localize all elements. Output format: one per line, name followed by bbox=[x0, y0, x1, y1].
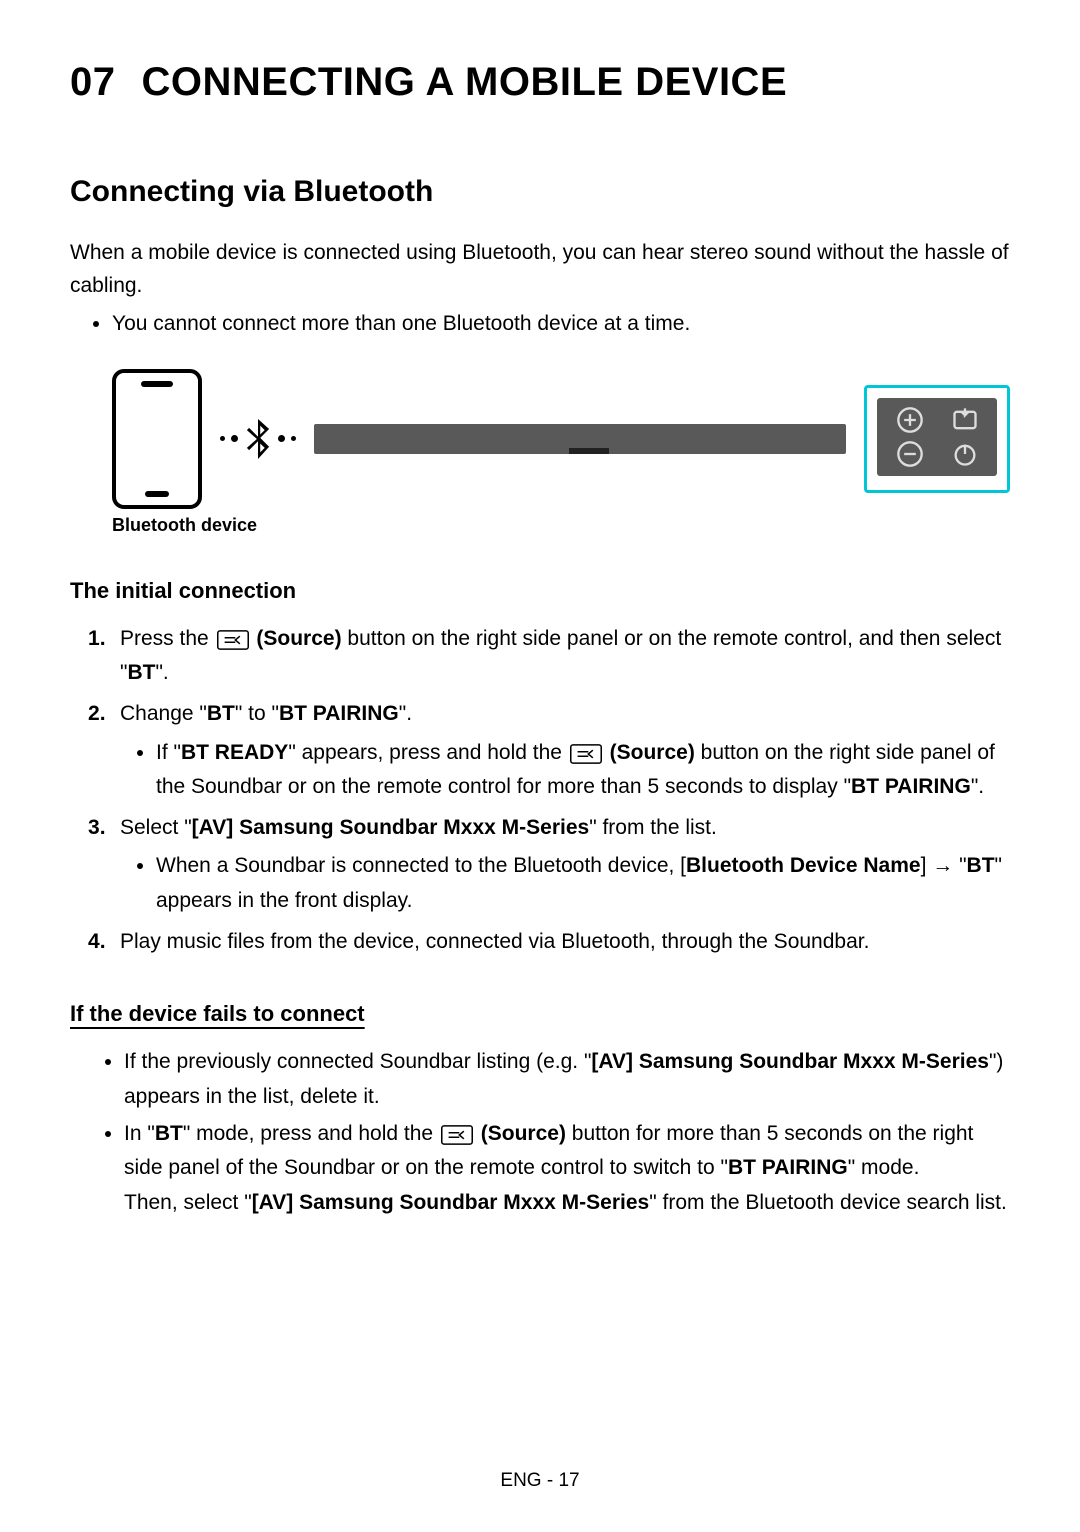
source-icon bbox=[570, 744, 602, 764]
chapter-heading: 07 CONNECTING A MOBILE DEVICE bbox=[70, 60, 1010, 105]
phone-icon bbox=[112, 369, 202, 509]
page-footer: ENG - 17 bbox=[0, 1470, 1080, 1492]
step-2: Change "BT" to "BT PAIRING". If "BT READ… bbox=[88, 697, 1010, 805]
fails-heading: If the device fails to connect bbox=[70, 1001, 1010, 1027]
source-icon bbox=[217, 630, 249, 650]
volume-up-icon bbox=[885, 406, 934, 434]
step-2-sub: If "BT READY" appears, press and hold th… bbox=[156, 736, 1010, 805]
chapter-number: 07 bbox=[70, 60, 116, 104]
bluetooth-icon bbox=[244, 419, 272, 459]
section-title: Connecting via Bluetooth bbox=[70, 175, 1010, 209]
initial-connection-heading: The initial connection bbox=[70, 578, 1010, 604]
soundbar-icon bbox=[314, 424, 846, 454]
source-panel-icon bbox=[940, 406, 989, 434]
bluetooth-link-icon bbox=[220, 419, 296, 459]
fails-bullet-1: If the previously connected Soundbar lis… bbox=[124, 1045, 1010, 1114]
chapter-title-text: CONNECTING A MOBILE DEVICE bbox=[142, 60, 788, 104]
side-panel-highlight bbox=[864, 385, 1010, 493]
fails-bullet-2: In "BT" mode, press and hold the (Source… bbox=[124, 1117, 1010, 1221]
connection-diagram bbox=[112, 369, 1010, 509]
step-4: Play music files from the device, connec… bbox=[88, 925, 1010, 960]
source-icon bbox=[441, 1125, 473, 1145]
device-label: Bluetooth device bbox=[112, 515, 1010, 536]
step-1: Press the (Source) button on the right s… bbox=[88, 622, 1010, 691]
section-limitation: You cannot connect more than one Bluetoo… bbox=[112, 308, 1010, 341]
volume-down-icon bbox=[885, 440, 934, 468]
power-icon bbox=[940, 440, 989, 468]
step-3: Select "[AV] Samsung Soundbar Mxxx M-Ser… bbox=[88, 811, 1010, 919]
step-3-sub: When a Soundbar is connected to the Blue… bbox=[156, 849, 1010, 918]
section-intro: When a mobile device is connected using … bbox=[70, 237, 1010, 302]
